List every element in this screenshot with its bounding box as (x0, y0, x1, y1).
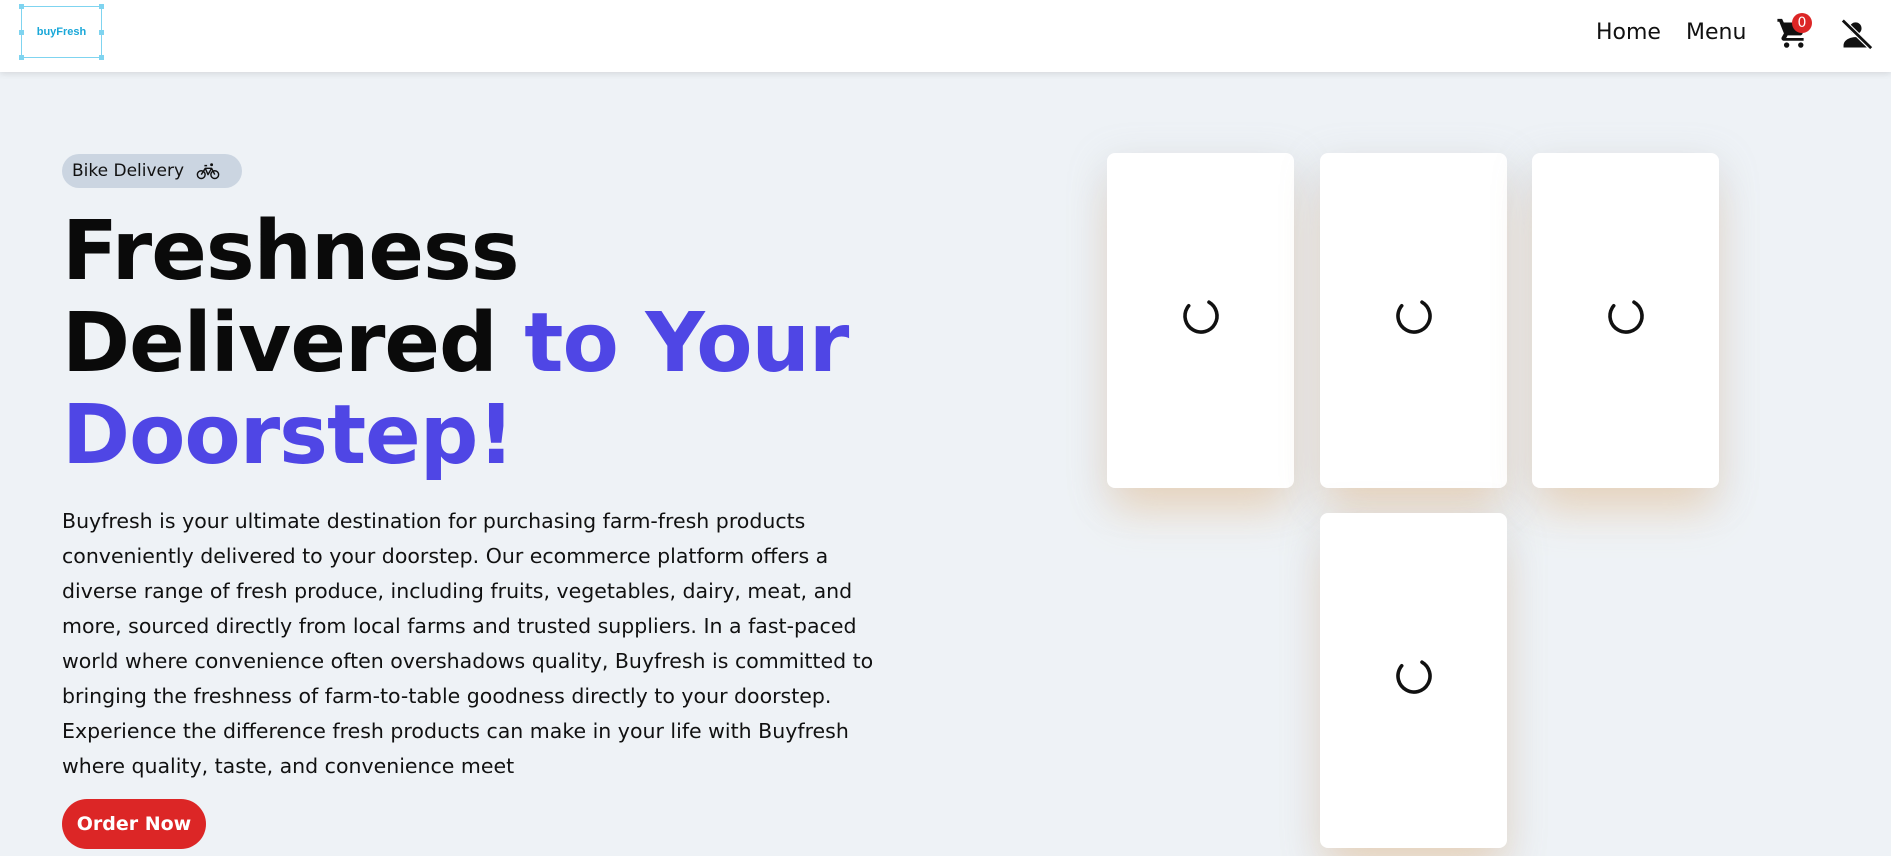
headline-line-1: Freshness (62, 204, 520, 299)
product-card[interactable] (1107, 153, 1294, 488)
user-off-icon[interactable] (1840, 17, 1874, 51)
product-card[interactable] (1532, 153, 1719, 488)
headline-line-2-dark: Delivered (62, 296, 498, 391)
headline-line-3-accent: Doorstep! (62, 388, 515, 483)
logo-text: buyFresh (36, 26, 87, 38)
logo[interactable]: buyFresh (19, 4, 104, 60)
spinner-icon (1182, 297, 1219, 334)
order-now-button[interactable]: Order Now (62, 799, 206, 849)
product-card[interactable] (1320, 513, 1507, 848)
badge-label: Bike Delivery (72, 161, 185, 181)
headline-line-2-accent: to Your (524, 296, 849, 391)
spinner-icon (1607, 297, 1644, 334)
hero-headline: Freshness Delivered to Your Doorstep! (62, 206, 962, 482)
product-card[interactable] (1320, 153, 1507, 488)
site-header: buyFresh Home Menu 0 (0, 0, 1891, 72)
hero-description: Buyfresh is your ultimate destination fo… (62, 509, 874, 778)
bicycle-icon (196, 163, 220, 180)
nav-menu-link[interactable]: Menu (1686, 20, 1746, 45)
spinner-icon (1395, 297, 1432, 334)
spinner-icon (1395, 657, 1432, 694)
cart-count-badge: 0 (1792, 13, 1812, 33)
bike-delivery-badge: Bike Delivery (62, 154, 242, 188)
nav-home-link[interactable]: Home (1596, 20, 1661, 45)
